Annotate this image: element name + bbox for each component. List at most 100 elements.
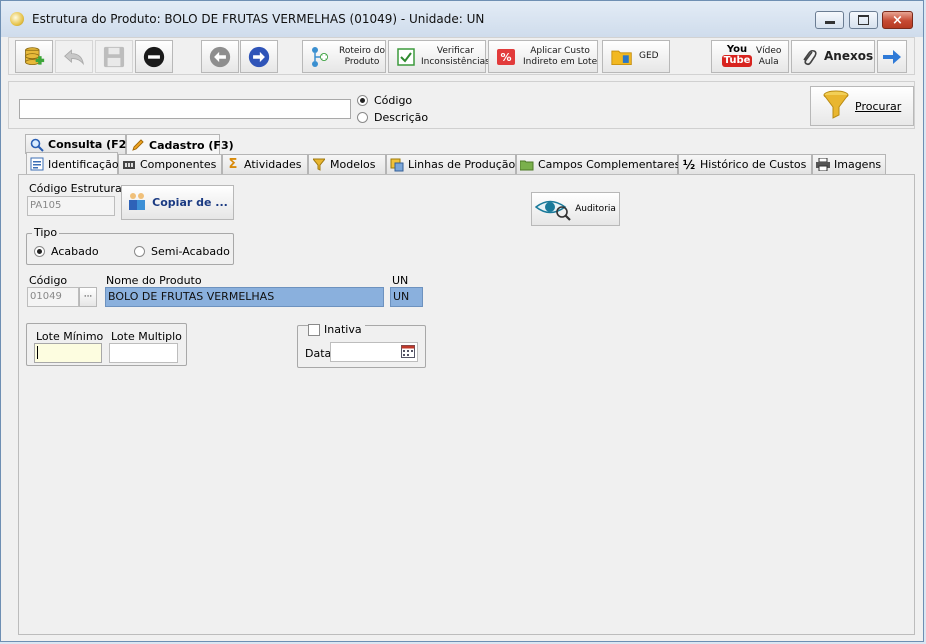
client-area: Roteiro do Produto Verificar Inconsistên…	[8, 37, 915, 635]
application-window: Estrutura do Produto: BOLO DE FRUTAS VER…	[0, 0, 924, 642]
verificar-inconsistencias-label: Verificar Inconsistências	[421, 45, 490, 67]
tab-consulta-label: Consulta (F2)	[48, 138, 132, 151]
sigma-icon: Σ	[228, 157, 238, 172]
verificar-inconsistencias-button[interactable]: Verificar Inconsistências	[388, 40, 490, 73]
components-icon	[122, 158, 136, 172]
tipo-groupbox: Tipo Acabado Semi-Acabado	[26, 226, 234, 265]
inativa-groupbox: Inativa Data	[297, 323, 426, 368]
procurar-button[interactable]: Procurar	[810, 86, 914, 126]
tab-modelos[interactable]: Modelos	[308, 154, 386, 174]
percent-glyph: %	[500, 51, 511, 64]
tab-historico-custos-label: Histórico de Custos	[700, 158, 807, 171]
tab-identificacao-label: Identificação	[48, 157, 119, 171]
tipo-label: Tipo	[32, 226, 60, 239]
previous-record-button[interactable]	[201, 40, 239, 73]
lote-minimo-label: Lote Mínimo	[36, 330, 104, 343]
forward-button[interactable]	[877, 40, 907, 73]
lote-multiplo-field[interactable]	[109, 343, 178, 363]
copiar-de-button[interactable]: Copiar de ...	[121, 185, 234, 220]
tab-cadastro[interactable]: Cadastro (F3)	[126, 134, 234, 155]
ged-button[interactable]: GED	[602, 40, 670, 73]
checkbox[interactable]	[308, 323, 320, 336]
minimize-button[interactable]	[815, 11, 844, 29]
tab-linhas-producao[interactable]: Linhas de Produção	[386, 154, 516, 174]
youtube-you-text: You	[726, 43, 748, 55]
anexos-button[interactable]: Anexos	[791, 40, 888, 73]
minimize-icon	[824, 21, 835, 24]
search-input[interactable]	[19, 99, 351, 119]
undo-button[interactable]	[55, 40, 93, 73]
arrow-right-circle-icon	[248, 46, 270, 68]
printer-icon	[816, 158, 830, 172]
delete-button[interactable]	[135, 40, 173, 73]
ged-label: GED	[639, 51, 659, 61]
radio-button[interactable]	[34, 246, 45, 257]
calendar-icon[interactable]	[401, 345, 415, 361]
flowchart-icon	[309, 46, 331, 68]
codigo-estrutura-field[interactable]: PA105	[27, 196, 115, 216]
radio-button[interactable]	[357, 95, 368, 106]
maximize-icon	[858, 15, 869, 25]
next-record-button[interactable]	[240, 40, 278, 73]
tipo-option-acabado[interactable]: Acabado	[34, 245, 99, 258]
new-record-button[interactable]	[15, 40, 53, 73]
folder-icon	[520, 158, 534, 172]
search-option-descricao[interactable]: Descrição	[357, 111, 428, 124]
close-button[interactable]: ×	[882, 11, 913, 29]
undo-icon	[63, 46, 85, 68]
tab-identificacao[interactable]: Identificação	[26, 152, 119, 175]
search-option-codigo[interactable]: Código	[357, 94, 412, 107]
inativa-checkbox[interactable]: Inativa	[308, 323, 365, 336]
anexos-label: Anexos	[824, 49, 874, 63]
roteiro-produto-label: Roteiro do Produto	[339, 45, 386, 67]
youtube-tube-text: Tube	[721, 54, 753, 67]
magnifier-icon	[30, 138, 44, 152]
tab-componentes[interactable]: Componentes	[118, 154, 222, 174]
id-card-icon	[30, 157, 44, 171]
auditoria-label: Auditoria	[575, 204, 616, 214]
tab-campos-complementares[interactable]: Campos Complementares	[516, 154, 680, 174]
window-title: Estrutura do Produto: BOLO DE FRUTAS VER…	[32, 12, 485, 26]
auditoria-button[interactable]: Auditoria	[531, 192, 620, 226]
tab-historico-custos[interactable]: ½ Histórico de Custos	[678, 154, 812, 174]
tab-atividades[interactable]: Σ Atividades	[222, 154, 308, 174]
search-option-descricao-label: Descrição	[374, 111, 429, 124]
codigo-lookup-button[interactable]: ···	[79, 287, 97, 307]
pencil-icon	[131, 138, 145, 152]
un-label: UN	[392, 274, 409, 287]
toolbar: Roteiro do Produto Verificar Inconsistên…	[8, 37, 915, 75]
tipo-option-semi-acabado-label: Semi-Acabado	[151, 245, 230, 258]
folder-icon	[611, 46, 633, 68]
tab-componentes-label: Componentes	[140, 158, 217, 171]
aplicar-custo-indireto-button[interactable]: % Aplicar Custo Indireto em Lote	[488, 40, 598, 73]
radio-button[interactable]	[134, 246, 145, 257]
people-icon	[127, 191, 147, 214]
youtube-icon: You Tube	[721, 43, 753, 70]
tab-imagens[interactable]: Imagens	[812, 154, 886, 174]
percent-icon: %	[495, 46, 517, 68]
maximize-button[interactable]	[849, 11, 878, 29]
un-field[interactable]: UN	[390, 287, 423, 307]
save-button[interactable]	[95, 40, 133, 73]
codigo-field[interactable]: 01049	[27, 287, 79, 307]
nome-produto-field[interactable]: BOLO DE FRUTAS VERMELHAS	[105, 287, 384, 307]
title-bar[interactable]: Estrutura do Produto: BOLO DE FRUTAS VER…	[1, 1, 923, 37]
tab-consulta[interactable]: Consulta (F2)	[25, 134, 131, 154]
roteiro-produto-button[interactable]: Roteiro do Produto	[302, 40, 386, 73]
production-line-icon	[390, 158, 404, 172]
codigo-label: Código	[29, 274, 68, 287]
tab-cadastro-label: Cadastro (F3)	[149, 138, 234, 152]
database-add-icon	[23, 46, 45, 68]
search-option-codigo-label: Código	[374, 94, 413, 107]
tipo-option-semi-acabado[interactable]: Semi-Acabado	[134, 245, 230, 258]
lote-multiplo-label: Lote Multiplo	[111, 330, 182, 343]
data-label: Data	[305, 347, 332, 360]
arrow-right-icon	[881, 46, 903, 68]
floppy-disk-icon	[103, 46, 125, 68]
tab-linhas-producao-label: Linhas de Produção	[408, 158, 516, 171]
video-aula-button[interactable]: You Tube Vídeo Aula	[711, 40, 789, 73]
copiar-de-label: Copiar de ...	[152, 196, 228, 209]
radio-button[interactable]	[357, 112, 368, 123]
identificacao-panel: Código Estrutura PA105 Copiar de ... Aud…	[18, 174, 915, 635]
lote-minimo-field[interactable]	[34, 343, 102, 363]
